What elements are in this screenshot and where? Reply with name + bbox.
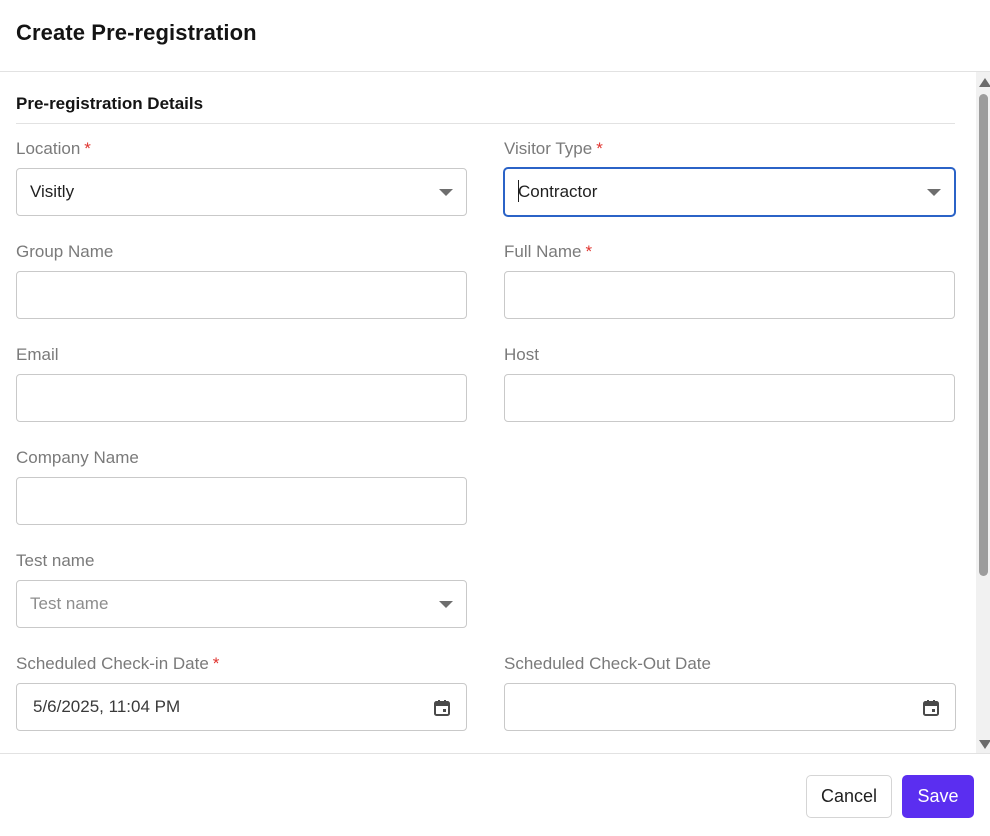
visitor-type-value: Contractor: [518, 182, 598, 201]
company-name-label-text: Company Name: [16, 448, 139, 467]
full-name-label: Full Name *: [504, 242, 592, 262]
chevron-down-icon: [439, 189, 453, 196]
dialog-title: Create Pre-registration: [16, 20, 257, 45]
scroll-thumb[interactable]: [979, 94, 988, 576]
required-mark: *: [585, 242, 593, 261]
scroll-down-arrow-icon[interactable]: [979, 740, 990, 749]
checkin-date-label-text: Scheduled Check-in Date: [16, 654, 209, 673]
dialog-footer: Cancel Save: [0, 753, 990, 836]
section-divider: [16, 123, 955, 124]
location-value: Visitly: [30, 182, 75, 201]
dialog-header: Create Pre-registration: [0, 0, 990, 72]
location-select[interactable]: Visitly: [16, 168, 467, 216]
scroll-up-arrow-icon[interactable]: [979, 78, 990, 87]
email-label-text: Email: [16, 345, 59, 364]
host-label: Host: [504, 345, 539, 365]
save-button[interactable]: Save: [902, 775, 974, 818]
checkin-date-value: 5/6/2025, 11:04 PM: [33, 697, 181, 716]
required-mark: *: [212, 654, 220, 673]
cancel-button[interactable]: Cancel: [806, 775, 892, 818]
visitor-type-select[interactable]: Contractor: [504, 168, 955, 216]
company-name-label: Company Name: [16, 448, 139, 468]
test-name-placeholder: Test name: [30, 594, 109, 613]
host-input[interactable]: [504, 374, 955, 422]
required-mark: *: [84, 139, 91, 158]
email-field[interactable]: [16, 374, 467, 422]
checkin-date-input[interactable]: 5/6/2025, 11:04 PM: [16, 683, 467, 731]
section-title: Pre-registration Details: [16, 94, 204, 113]
dialog-body: Pre-registration Details Location * Visit…: [0, 72, 976, 753]
test-name-label: Test name: [16, 551, 94, 571]
visitor-type-label: Visitor Type *: [504, 139, 603, 159]
test-name-select[interactable]: Test name: [16, 580, 467, 628]
calendar-icon[interactable]: [922, 699, 940, 717]
full-name-label-text: Full Name: [504, 242, 582, 261]
group-name-label: Group Name: [16, 242, 113, 262]
location-label-text: Location: [16, 139, 81, 158]
email-label: Email: [16, 345, 59, 365]
chevron-down-icon: [439, 601, 453, 608]
group-name-label-text: Group Name: [16, 242, 114, 261]
required-mark: *: [596, 139, 603, 158]
full-name-input[interactable]: [504, 271, 955, 319]
checkin-date-label: Scheduled Check-in Date *: [16, 654, 219, 674]
host-label-text: Host: [504, 345, 539, 364]
location-label: Location *: [16, 139, 91, 159]
chevron-down-icon: [927, 189, 941, 196]
group-name-input[interactable]: [16, 271, 467, 319]
company-name-input[interactable]: [16, 477, 467, 525]
checkout-date-input[interactable]: [504, 683, 956, 731]
vertical-scrollbar[interactable]: [976, 72, 990, 753]
visitor-type-label-text: Visitor Type: [504, 139, 593, 158]
checkout-date-label: Scheduled Check-Out Date: [504, 654, 711, 674]
checkout-date-label-text: Scheduled Check-Out Date: [504, 654, 711, 673]
test-name-label-text: Test name: [16, 551, 95, 570]
calendar-icon[interactable]: [433, 699, 451, 717]
